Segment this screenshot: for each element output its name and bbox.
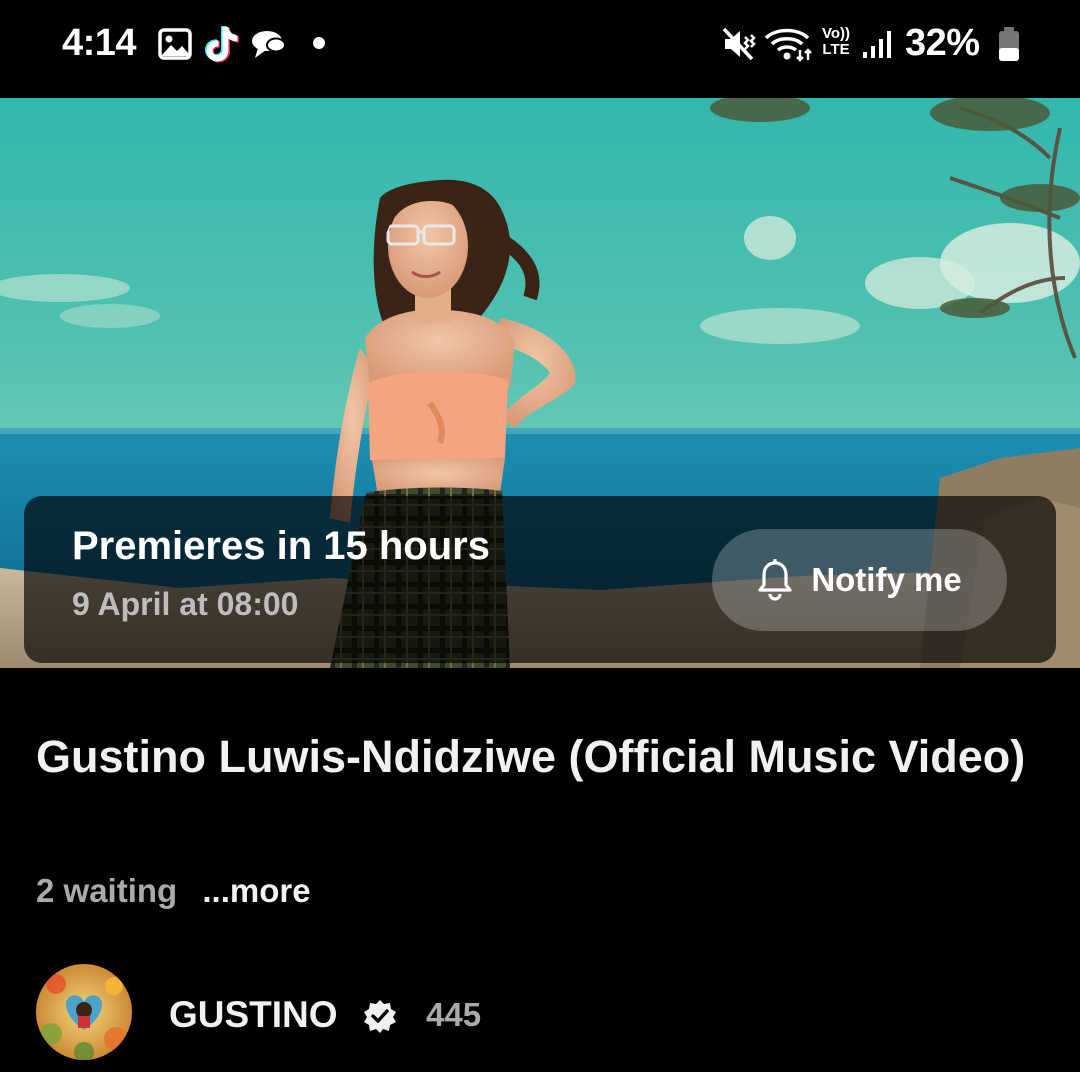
battery-icon [999, 27, 1019, 61]
verified-badge-icon [364, 1000, 396, 1033]
bell-icon [758, 559, 792, 601]
premiere-card: Premieres in 15 hours 9 April at 08:00 N… [24, 496, 1056, 663]
more-notifications-dot-icon [313, 37, 325, 49]
status-time: 4:14 [62, 22, 137, 64]
volte-icon: Vo)) LTE [821, 25, 851, 58]
waiting-count: 2 waiting [36, 872, 178, 909]
tiktok-icon [205, 26, 239, 63]
channel-name[interactable]: GUSTINO [169, 994, 338, 1036]
messages-icon [252, 31, 286, 58]
notify-me-label: Notify me [811, 561, 962, 598]
wifi-icon [764, 28, 812, 62]
more-description-link[interactable]: ...more [202, 872, 310, 909]
mute-vibrate-icon [722, 27, 756, 61]
video-meta-row[interactable]: 2 waiting ...more [36, 872, 311, 910]
notify-me-button[interactable]: Notify me [712, 529, 1007, 631]
battery-percentage: 32% [905, 22, 980, 64]
premiere-date: 9 April at 08:00 [72, 586, 299, 622]
subscriber-count: 445 [426, 996, 482, 1033]
channel-avatar[interactable] [36, 964, 132, 1060]
status-bar: 4:14 Vo)) LTE 32% [0, 0, 1080, 98]
video-title[interactable]: Gustino Luwis-Ndidziwe (Official Music V… [36, 725, 1036, 788]
gallery-icon [158, 28, 192, 60]
premiere-countdown: Premieres in 15 hours [72, 524, 490, 568]
avatar-image [36, 964, 132, 1060]
video-thumbnail[interactable]: Premieres in 15 hours 9 April at 08:00 N… [0, 98, 1080, 668]
signal-icon [863, 31, 891, 58]
